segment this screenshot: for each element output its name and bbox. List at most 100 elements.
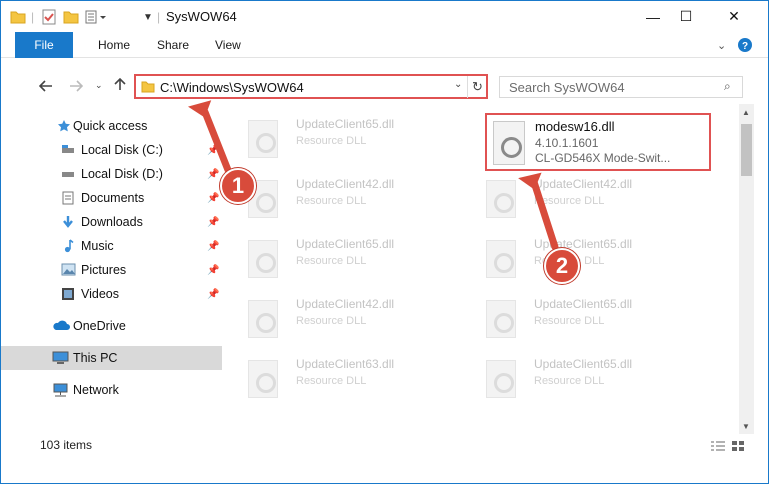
- close-button[interactable]: ✕: [711, 1, 757, 32]
- file-description: Resource DLL: [534, 375, 605, 387]
- list-item[interactable]: UpdateClient65.dll Resource DLL: [466, 292, 696, 342]
- dll-file-icon: [486, 360, 516, 398]
- list-item[interactable]: UpdateClient63.dll Resource DLL: [228, 352, 458, 402]
- file-name: UpdateClient42.dll: [534, 177, 633, 191]
- sidebar-item-label: Downloads: [81, 215, 143, 229]
- item-count: 103 items: [40, 438, 93, 452]
- scrollbar-thumb[interactable]: [741, 124, 752, 176]
- ribbon-tabs: File Home Share View ⌄ ?: [1, 32, 768, 58]
- dll-file-icon: [486, 180, 516, 218]
- customize-icon[interactable]: [85, 8, 107, 26]
- search-icon[interactable]: ⌕: [724, 79, 731, 94]
- file-name: UpdateClient65.dll: [534, 357, 633, 371]
- pin-icon[interactable]: 📌: [207, 289, 219, 300]
- scroll-down-icon[interactable]: ▼: [742, 422, 750, 431]
- maximize-button[interactable]: ☐: [663, 1, 709, 32]
- expand-ribbon-icon[interactable]: ⌄: [717, 32, 726, 58]
- file-description: CL-GD546X Mode-Swit...: [535, 151, 671, 165]
- file-name: UpdateClient65.dll: [296, 237, 395, 251]
- dll-file-icon: [248, 240, 278, 278]
- sidebar-item-label: This PC: [73, 351, 118, 365]
- pin-icon[interactable]: 📌: [207, 217, 219, 228]
- sidebar-item-network[interactable]: Network: [1, 378, 222, 402]
- tab-share[interactable]: Share: [157, 32, 189, 58]
- network-icon: [52, 383, 68, 397]
- tab-home[interactable]: Home: [98, 32, 130, 58]
- dll-file-icon: [486, 240, 516, 278]
- details-view-icon[interactable]: [710, 440, 726, 454]
- search-input[interactable]: Search SysWOW64: [509, 80, 625, 95]
- sidebar-item-local-disk-d[interactable]: Local Disk (D:) 📌: [1, 162, 222, 186]
- annotation-badge-1: 1: [220, 168, 256, 204]
- documents-icon: [61, 191, 77, 205]
- sidebar-item-local-disk-c[interactable]: Local Disk (C:) 📌: [1, 138, 222, 162]
- sidebar-item-videos[interactable]: Videos 📌: [1, 282, 222, 306]
- list-item[interactable]: UpdateClient65.dll Resource DLL: [228, 112, 458, 162]
- file-name: modesw16.dll: [535, 119, 615, 134]
- properties-icon[interactable]: [41, 8, 57, 26]
- annotation-badge-2: 2: [544, 248, 580, 284]
- list-item[interactable]: UpdateClient65.dll Resource DLL: [228, 232, 458, 282]
- pin-icon[interactable]: 📌: [207, 145, 219, 156]
- cloud-icon: [52, 319, 70, 333]
- tab-file[interactable]: File: [15, 32, 73, 58]
- sidebar-item-label: Music: [81, 239, 114, 253]
- list-item[interactable]: UpdateClient65.dll Resource DLL: [466, 352, 696, 402]
- videos-icon: [61, 287, 77, 301]
- help-icon[interactable]: ?: [738, 32, 752, 58]
- pin-icon[interactable]: 📌: [207, 241, 219, 252]
- file-name: UpdateClient42.dll: [296, 177, 395, 191]
- folder-icon: [141, 80, 155, 98]
- back-arrow-icon[interactable]: [38, 79, 53, 97]
- sidebar-item-onedrive[interactable]: OneDrive: [1, 314, 222, 338]
- file-description: Resource DLL: [534, 315, 605, 327]
- file-description: Resource DLL: [296, 375, 367, 387]
- file-description: Resource DLL: [534, 195, 605, 207]
- window-title: SysWOW64: [166, 9, 237, 24]
- list-item[interactable]: UpdateClient42.dll Resource DLL: [228, 172, 458, 222]
- pin-icon[interactable]: 📌: [207, 193, 219, 204]
- list-item[interactable]: UpdateClient65.dll Resource DLL: [466, 232, 696, 282]
- sidebar-item-label: Local Disk (D:): [81, 167, 163, 181]
- large-icons-view-icon[interactable]: [731, 440, 747, 454]
- address-bar[interactable]: C:\Windows\SysWOW64 ⌄: [134, 74, 488, 99]
- recent-locations-icon[interactable]: ⌄: [95, 80, 103, 91]
- file-description: Resource DLL: [296, 195, 367, 207]
- list-item[interactable]: UpdateClient42.dll Resource DLL: [466, 172, 696, 222]
- file-version: 4.10.1.1601: [535, 136, 599, 150]
- quick-access-dropdown-icon[interactable]: ▼: [143, 8, 153, 26]
- vertical-scrollbar[interactable]: ▲ ▼: [739, 104, 754, 434]
- list-item[interactable]: UpdateClient42.dll Resource DLL: [228, 292, 458, 342]
- pictures-icon: [61, 263, 77, 277]
- status-bar: 103 items: [1, 434, 768, 460]
- svg-text:?: ?: [742, 41, 748, 52]
- drive-icon: [61, 167, 77, 181]
- sidebar-item-quick-access[interactable]: Quick access: [1, 114, 222, 138]
- file-description: Resource DLL: [296, 255, 367, 267]
- sidebar-item-pictures[interactable]: Pictures 📌: [1, 258, 222, 282]
- sidebar-item-music[interactable]: Music 📌: [1, 234, 222, 258]
- sidebar-item-downloads[interactable]: Downloads 📌: [1, 210, 222, 234]
- address-dropdown-icon[interactable]: ⌄: [454, 79, 462, 90]
- new-folder-icon[interactable]: [63, 8, 79, 26]
- search-box[interactable]: Search SysWOW64 ⌕: [499, 76, 743, 98]
- up-arrow-icon[interactable]: [114, 77, 126, 96]
- separator: |: [31, 10, 35, 24]
- forward-arrow-icon[interactable]: [69, 79, 84, 97]
- highlighted-file-modesw16[interactable]: modesw16.dll 4.10.1.1601 CL-GD546X Mode-…: [485, 113, 711, 171]
- pin-icon[interactable]: 📌: [207, 265, 219, 276]
- sidebar-item-documents[interactable]: Documents 📌: [1, 186, 222, 210]
- refresh-icon[interactable]: ↻: [467, 76, 487, 98]
- tab-view[interactable]: View: [215, 32, 241, 58]
- computer-icon: [52, 351, 69, 365]
- pin-icon[interactable]: 📌: [207, 169, 219, 180]
- scroll-up-icon[interactable]: ▲: [742, 108, 750, 117]
- file-name: UpdateClient65.dll: [534, 237, 633, 251]
- file-name: UpdateClient65.dll: [534, 297, 633, 311]
- file-name: UpdateClient65.dll: [296, 117, 395, 131]
- sidebar-item-this-pc[interactable]: This PC: [1, 346, 222, 370]
- address-path[interactable]: C:\Windows\SysWOW64: [160, 80, 304, 95]
- sidebar-item-label: Videos: [81, 287, 119, 301]
- navigation-pane: Quick access Local Disk (C:) 📌 Local Dis…: [1, 104, 222, 434]
- music-icon: [61, 239, 77, 253]
